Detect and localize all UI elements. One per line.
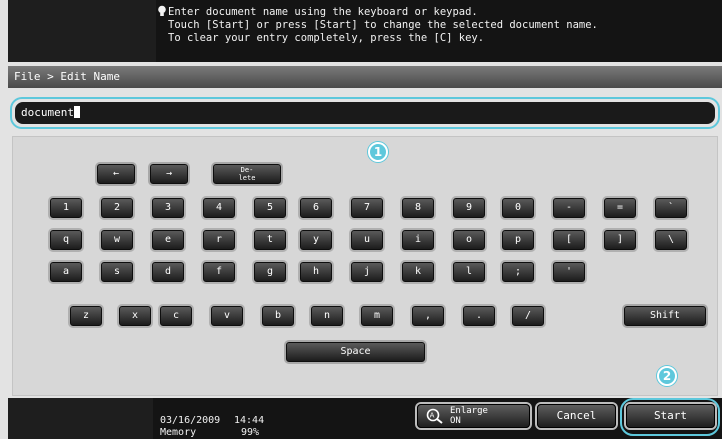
delete-key-bottom: lete <box>238 174 256 182</box>
key-b[interactable]: b <box>262 306 294 326</box>
delete-key-top: De- <box>240 166 254 174</box>
key-n[interactable]: n <box>311 306 343 326</box>
enlarge-label-bottom: ON <box>450 416 461 426</box>
key-8[interactable]: 8 <box>402 198 434 218</box>
key-k[interactable]: k <box>402 262 434 282</box>
key-3[interactable]: 3 <box>152 198 184 218</box>
key-left-bracket[interactable]: [ <box>553 230 585 250</box>
key-o[interactable]: o <box>453 230 485 250</box>
key-backquote[interactable]: ` <box>655 198 687 218</box>
message-line-2: Touch [Start] or press [Start] to change… <box>168 19 598 31</box>
key-0[interactable]: 0 <box>502 198 534 218</box>
cursor-left-key[interactable]: ← <box>97 164 135 184</box>
key-m[interactable]: m <box>361 306 393 326</box>
key-6[interactable]: 6 <box>300 198 332 218</box>
key-e[interactable]: e <box>152 230 184 250</box>
memory-value: 99% <box>241 427 260 438</box>
status-date: 03/16/2009 <box>160 415 221 426</box>
key-f[interactable]: f <box>203 262 235 282</box>
message-line-3: To clear your entry completely, press th… <box>168 32 485 44</box>
memory-label: Memory <box>160 427 197 438</box>
status-bar-left <box>8 398 153 439</box>
key-v[interactable]: v <box>211 306 243 326</box>
start-button[interactable]: Start <box>626 404 715 428</box>
key-quote[interactable]: ' <box>553 262 585 282</box>
svg-text:A: A <box>430 412 435 420</box>
message-line-1: Enter document name using the keyboard o… <box>168 6 478 18</box>
key-d[interactable]: d <box>152 262 184 282</box>
key-2[interactable]: 2 <box>101 198 133 218</box>
key-9[interactable]: 9 <box>453 198 485 218</box>
key-c[interactable]: c <box>160 306 192 326</box>
key-backslash[interactable]: \ <box>655 230 687 250</box>
key-comma[interactable]: , <box>412 306 444 326</box>
callout-marker-1: 1 <box>368 142 388 162</box>
key-g[interactable]: g <box>254 262 286 282</box>
key-semicolon[interactable]: ; <box>502 262 534 282</box>
message-bar-left <box>8 0 156 62</box>
document-name-value: document <box>21 106 74 119</box>
cursor-right-key[interactable]: → <box>150 164 188 184</box>
bulb-icon <box>157 5 167 17</box>
key-w[interactable]: w <box>101 230 133 250</box>
key-z[interactable]: z <box>70 306 102 326</box>
key-r[interactable]: r <box>203 230 235 250</box>
key-7[interactable]: 7 <box>351 198 383 218</box>
key-h[interactable]: h <box>300 262 332 282</box>
key-x[interactable]: x <box>119 306 151 326</box>
key-i[interactable]: i <box>402 230 434 250</box>
status-time: 14:44 <box>234 415 265 426</box>
key-p[interactable]: p <box>502 230 534 250</box>
key-t[interactable]: t <box>254 230 286 250</box>
enlarge-label-top: Enlarge <box>450 406 488 416</box>
key-q[interactable]: q <box>50 230 82 250</box>
key-minus[interactable]: - <box>553 198 585 218</box>
key-equals[interactable]: = <box>604 198 636 218</box>
cancel-button[interactable]: Cancel <box>537 404 616 428</box>
key-4[interactable]: 4 <box>203 198 235 218</box>
shift-key[interactable]: Shift <box>624 306 706 326</box>
key-period[interactable]: . <box>463 306 495 326</box>
delete-key[interactable]: De- lete <box>213 164 281 184</box>
space-key[interactable]: Space <box>286 342 425 362</box>
key-5[interactable]: 5 <box>254 198 286 218</box>
key-right-bracket[interactable]: ] <box>604 230 636 250</box>
enlarge-label: Enlarge ON <box>450 405 488 426</box>
key-l[interactable]: l <box>453 262 485 282</box>
text-cursor <box>73 106 80 118</box>
key-j[interactable]: j <box>351 262 383 282</box>
enlarge-display-button[interactable]: A Enlarge ON <box>417 404 530 428</box>
instruction-message: Enter document name using the keyboard o… <box>156 0 722 62</box>
key-slash[interactable]: / <box>512 306 544 326</box>
magnifier-icon: A <box>424 408 446 424</box>
control-panel-screen: Enter document name using the keyboard o… <box>0 0 722 439</box>
key-y[interactable]: y <box>300 230 332 250</box>
key-u[interactable]: u <box>351 230 383 250</box>
callout-marker-2: 2 <box>657 366 677 386</box>
document-name-field[interactable]: document <box>10 97 720 129</box>
key-1[interactable]: 1 <box>50 198 82 218</box>
breadcrumb: File > Edit Name <box>8 66 722 88</box>
key-s[interactable]: s <box>101 262 133 282</box>
key-a[interactable]: a <box>50 262 82 282</box>
